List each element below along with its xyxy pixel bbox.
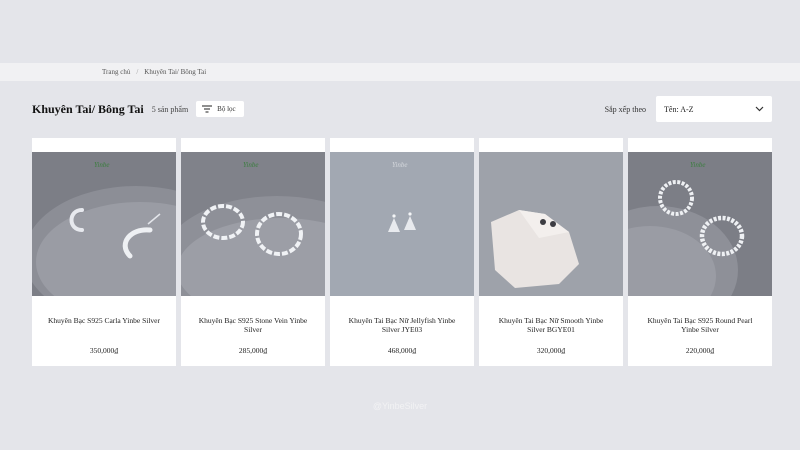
product-price: 350,000₫ (89, 346, 119, 355)
watermark: @YinbeSilver (372, 401, 428, 411)
product-name[interactable]: Khuyên Tai Bạc Nữ Jellyfish Yinbe Silver… (340, 316, 464, 334)
product-grid: Yinbe Khuyên Bạc S925 Carla Yinbe Silver… (32, 138, 772, 366)
chevron-down-icon (755, 106, 764, 112)
collection-toolbar: Khuyên Tai/ Bông Tai 5 sản phẩm Bộ lọc S… (32, 96, 772, 122)
product-card[interactable]: Yinbe Khuyên Bạc S925 Carla Yinbe Silver… (32, 138, 176, 366)
product-name[interactable]: Khuyên Tai Bạc Nữ Smooth Yinbe Silver BG… (489, 316, 613, 334)
product-card[interactable]: Khuyên Tai Bạc Nữ Smooth Yinbe Silver BG… (479, 138, 623, 366)
product-card[interactable]: Yinbe Khuyên Tai Bạc Nữ Jellyfish Yinbe … (330, 138, 474, 366)
product-price: 220,000₫ (685, 346, 715, 355)
brand-logo: Yinbe (243, 161, 259, 169)
page-title: Khuyên Tai/ Bông Tai (32, 101, 144, 116)
product-card[interactable]: Yinbe Khuyên Bạc S925 Stone Vein Yinbe S… (181, 138, 325, 366)
product-name[interactable]: Khuyên Tai Bạc S925 Round Pearl Yinbe Si… (638, 316, 762, 334)
product-name[interactable]: Khuyên Bạc S925 Carla Yinbe Silver (42, 316, 166, 334)
brand-logo: Yinbe (690, 161, 706, 169)
product-image[interactable]: Yinbe (628, 152, 772, 296)
product-price: 285,000₫ (238, 346, 268, 355)
filter-label: Bộ lọc (217, 105, 236, 113)
filter-icon (202, 105, 213, 113)
sort-select[interactable]: Tên: A-Z (656, 96, 772, 122)
product-image[interactable]: Yinbe (330, 152, 474, 296)
brand-logo: Yinbe (94, 161, 110, 169)
breadcrumb-home-link[interactable]: Trang chủ (102, 68, 130, 76)
filter-button[interactable]: Bộ lọc (196, 101, 244, 117)
product-name[interactable]: Khuyên Bạc S925 Stone Vein Yinbe Silver (191, 316, 315, 334)
brand-logo: Yinbe (392, 161, 408, 169)
product-price: 320,000₫ (536, 346, 566, 355)
sort-value: Tên: A-Z (664, 104, 694, 114)
product-image[interactable]: Yinbe (181, 152, 325, 296)
product-card[interactable]: Yinbe Khuyên Tai Bạc S925 Round Pearl Yi… (628, 138, 772, 366)
breadcrumb-separator: / (136, 68, 139, 76)
breadcrumb: Trang chủ / Khuyên Tai/ Bông Tai (0, 63, 800, 81)
sort-label: Sắp xếp theo (604, 104, 646, 114)
product-image[interactable]: Yinbe (32, 152, 176, 296)
product-count: 5 sản phẩm (151, 104, 189, 114)
product-image[interactable] (479, 152, 623, 296)
breadcrumb-current: Khuyên Tai/ Bông Tai (144, 68, 207, 76)
product-price: 468,000₫ (387, 346, 417, 355)
